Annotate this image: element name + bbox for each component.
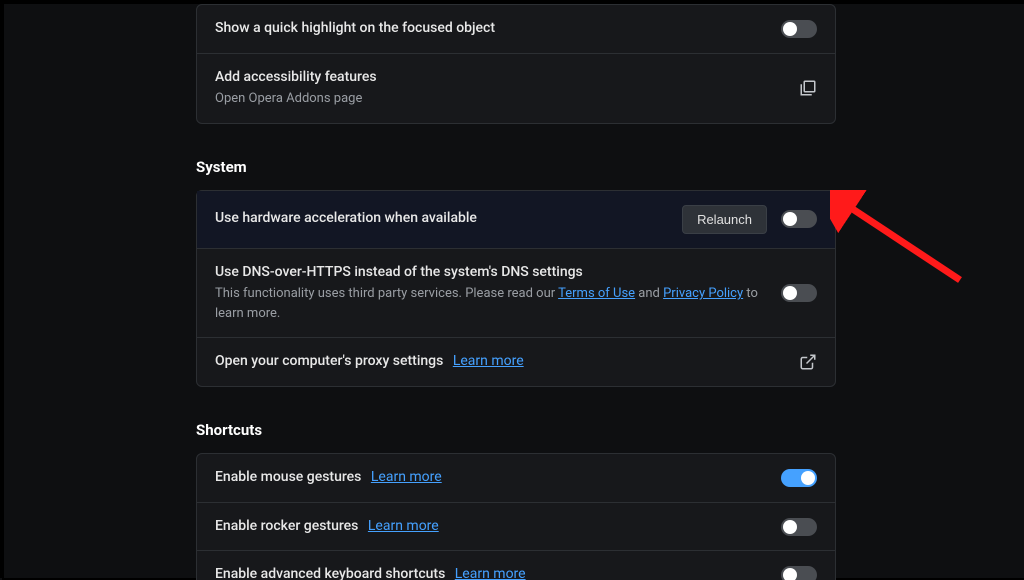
terms-of-use-link[interactable]: Terms of Use [558,286,635,301]
row-proxy-settings[interactable]: Open your computer's proxy settings Lear… [197,338,835,386]
settings-content: Show a quick highlight on the focused ob… [196,4,836,580]
section-heading-system: System [196,158,836,176]
row-actions [799,79,817,97]
toggle-dns-over-https[interactable] [781,284,817,302]
row-mouse-gestures: Enable mouse gestures Learn more [197,454,835,503]
row-actions [781,518,817,536]
row-sub: Open Opera Addons page [215,89,787,109]
section-heading-shortcuts: Shortcuts [196,421,836,439]
system-card: Use hardware acceleration when available… [196,190,836,388]
row-actions: Relaunch [682,205,817,234]
toggle-hardware-accel[interactable] [781,210,817,228]
privacy-policy-link[interactable]: Privacy Policy [663,286,743,301]
rocker-learn-more-link[interactable]: Learn more [368,518,439,534]
row-hardware-accel: Use hardware acceleration when available… [197,191,835,249]
relaunch-button[interactable]: Relaunch [682,205,767,234]
row-rocker-gestures: Enable rocker gestures Learn more [197,503,835,552]
proxy-learn-more-link[interactable]: Learn more [453,353,524,369]
row-text: Use hardware acceleration when available [215,209,682,229]
open-addons-icon [799,79,817,97]
mouse-learn-more-link[interactable]: Learn more [371,469,442,485]
toggle-rocker-gestures[interactable] [781,518,817,536]
section-system: System Use hardware acceleration when av… [196,158,836,388]
row-text: Enable rocker gestures Learn more [215,517,781,537]
doh-and: and [635,286,663,301]
row-actions [799,353,817,371]
row-add-accessibility[interactable]: Add accessibility features Open Opera Ad… [197,54,835,123]
row-sub: This functionality uses third party serv… [215,284,769,323]
external-link-icon [799,353,817,371]
row-text: Enable mouse gestures Learn more [215,468,781,488]
doh-sub-pre: This functionality uses third party serv… [215,286,558,301]
row-text: Open your computer's proxy settings Lear… [215,352,799,372]
row-title: Show a quick highlight on the focused ob… [215,19,769,39]
row-title: Use hardware acceleration when available [215,209,670,229]
row-text: Add accessibility features Open Opera Ad… [215,68,799,109]
row-title: Open your computer's proxy settings [215,353,443,369]
accessibility-card: Show a quick highlight on the focused ob… [196,4,836,124]
row-highlight-focused: Show a quick highlight on the focused ob… [197,5,835,54]
annotation-arrow [830,190,970,290]
row-title: Use DNS-over-HTTPS instead of the system… [215,263,769,283]
row-actions [781,20,817,38]
row-text: Show a quick highlight on the focused ob… [215,19,781,39]
shortcuts-card: Enable mouse gestures Learn more Enable … [196,453,836,580]
row-actions [781,284,817,302]
row-dns-over-https: Use DNS-over-HTTPS instead of the system… [197,249,835,339]
row-actions [781,469,817,487]
row-title: Add accessibility features [215,68,787,88]
toggle-highlight-focused[interactable] [781,20,817,38]
row-title: Enable rocker gestures [215,518,358,534]
section-shortcuts: Shortcuts Enable mouse gestures Learn mo… [196,421,836,580]
row-text: Use DNS-over-HTTPS instead of the system… [215,263,781,324]
row-keyboard-shortcuts: Enable advanced keyboard shortcuts Learn… [197,551,835,580]
toggle-mouse-gestures[interactable] [781,469,817,487]
row-title: Enable mouse gestures [215,469,361,485]
